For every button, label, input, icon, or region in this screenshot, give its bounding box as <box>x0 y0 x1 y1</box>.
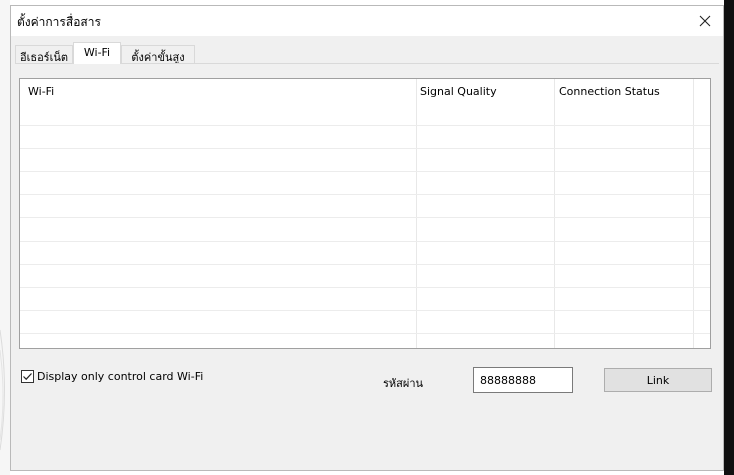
table-row <box>20 333 710 334</box>
table-row <box>20 310 710 311</box>
table-row <box>20 264 710 265</box>
window-title: ตั้งค่าการสื่อสาร <box>17 15 101 29</box>
table-row <box>20 171 710 172</box>
table-row <box>20 241 710 242</box>
column-divider <box>554 79 555 348</box>
password-label: รหัสผ่าน <box>383 377 424 390</box>
title-bar: ตั้งค่าการสื่อสาร <box>11 6 723 36</box>
table-row <box>20 148 710 149</box>
column-divider <box>416 79 417 348</box>
tab-advanced-settings[interactable]: ตั้งค่าขั้นสูง <box>121 45 195 64</box>
right-edge-border <box>724 0 734 475</box>
tab-wifi[interactable]: Wi-Fi <box>73 42 121 64</box>
filter-checkbox-label: Display only control card Wi-Fi <box>37 370 204 383</box>
table-row <box>20 194 710 195</box>
column-header-connection-status[interactable]: Connection Status <box>559 85 660 98</box>
tab-ethernet[interactable]: อีเธอร์เน็ต <box>15 45 73 64</box>
control-card-wifi-filter[interactable]: Display only control card Wi-Fi <box>21 370 203 383</box>
table-row <box>20 217 710 218</box>
close-icon <box>699 15 711 27</box>
column-header-signal-quality[interactable]: Signal Quality <box>420 85 497 98</box>
tab-wifi-label: Wi-Fi <box>83 46 111 59</box>
filter-checkbox[interactable] <box>21 370 34 383</box>
table-header: Wi-Fi Signal Quality Connection Status <box>20 79 710 103</box>
column-divider <box>693 79 694 348</box>
table-row <box>20 287 710 288</box>
link-button[interactable]: Link <box>604 368 712 392</box>
checkmark-icon <box>23 373 32 381</box>
column-header-wifi[interactable]: Wi-Fi <box>28 85 54 98</box>
background-decoration <box>0 0 10 475</box>
table-row <box>20 125 710 126</box>
password-field[interactable] <box>473 367 573 393</box>
communication-settings-dialog: ตั้งค่าการสื่อสาร อีเธอร์เน็ต Wi-Fi ตั้ง… <box>10 5 724 471</box>
wifi-network-list[interactable]: Wi-Fi Signal Quality Connection Status <box>19 78 711 349</box>
close-button[interactable] <box>687 6 723 36</box>
